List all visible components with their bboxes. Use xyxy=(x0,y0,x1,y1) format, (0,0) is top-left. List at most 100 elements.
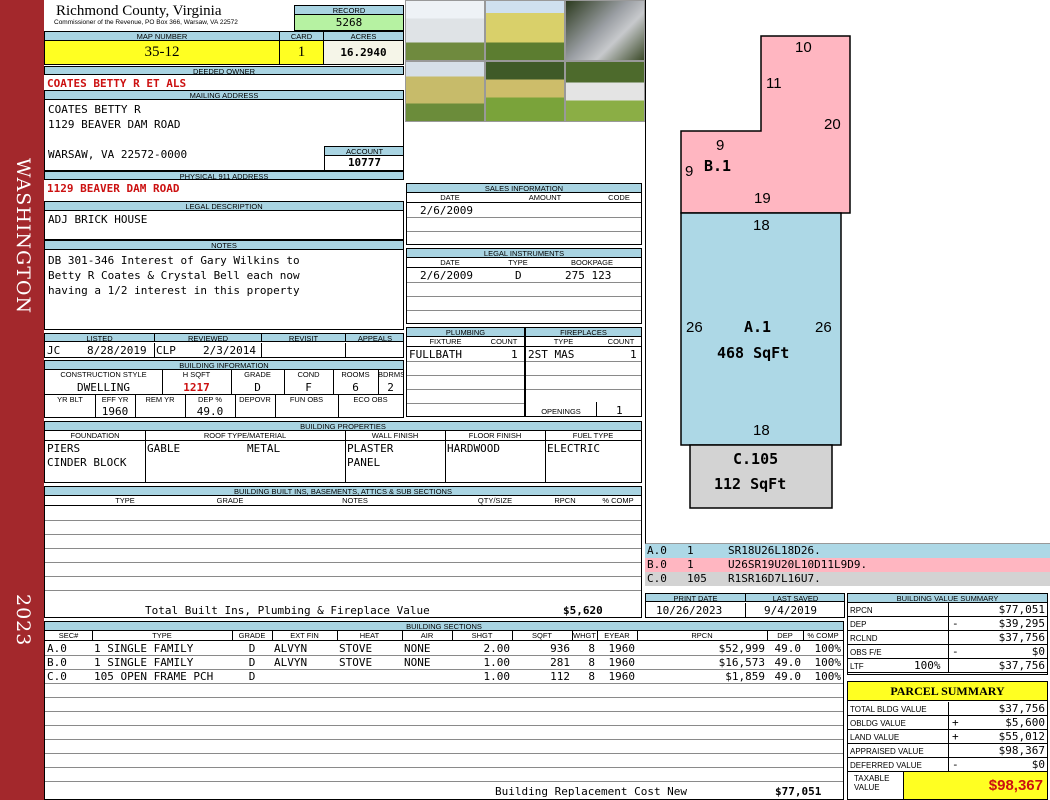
sections-header: SEC# xyxy=(58,631,79,640)
bi-value: 1217 xyxy=(183,381,210,394)
sections-header: SQFT xyxy=(532,631,552,640)
bi-value: F xyxy=(305,381,312,394)
sections-header: RPCN xyxy=(691,631,713,640)
sections-header: GRADE xyxy=(238,631,266,640)
bi-header: GRADE xyxy=(244,370,271,379)
bi-value: 49.0 xyxy=(196,405,224,418)
built-ins: BUILDING BUILT INS, BASEMENTS, ATTICS & … xyxy=(44,486,642,618)
bi-header: ROOMS xyxy=(341,370,370,379)
sales-information: SALES INFORMATION DATE AMOUNT CODE 2/6/2… xyxy=(406,183,642,245)
sections-header: WHGT xyxy=(573,631,596,640)
record-number: 5268 xyxy=(295,15,403,30)
section-a-area: 468 SqFt xyxy=(717,344,790,362)
office-address: Commissioner of the Revenue, PO Box 366,… xyxy=(54,19,238,26)
bi-header: YR BLT xyxy=(57,395,83,404)
parcel-row: TOTAL BLDG VALUE $37,756 xyxy=(848,702,1047,716)
district-name: WASHINGTON xyxy=(12,158,34,315)
bi-header: H SQFT xyxy=(182,370,211,379)
owner-name: COATES BETTY R ET ALS xyxy=(47,77,187,90)
mailbox-photo[interactable] xyxy=(565,0,645,61)
house-photo-3[interactable] xyxy=(405,61,485,122)
plumbing: PLUMBING FIXTURE COUNT FULLBATH 1 xyxy=(406,327,525,417)
legal-instruments: LEGAL INSTRUMENTS DATE TYPE BOOKPAGE 2/6… xyxy=(406,248,642,324)
mailing-address: MAILING ADDRESS COATES BETTY R 1129 BEAV… xyxy=(44,90,404,171)
sections-header: EYEAR xyxy=(604,631,630,640)
section-c-area: 112 SqFt xyxy=(714,475,787,493)
page-header: Richmond County, Virginia Commissioner o… xyxy=(44,0,294,31)
notes: NOTES DB 301-346 Interest of Gary Wilkin… xyxy=(44,240,404,330)
photo-strip xyxy=(405,0,645,122)
account-box: ACCOUNT 10777 xyxy=(324,146,403,170)
vector-row: C.0 105 R1SR16D7L16U7. xyxy=(645,572,1050,586)
building-sections: BUILDING SECTIONS SEC# TYPE GRADE EXT FIN HE… xyxy=(44,621,844,800)
bi-header: ECO OBS xyxy=(353,395,388,404)
replacement-cost: $77,051 xyxy=(775,785,822,798)
building-information: BUILDING INFORMATION CONSTRUCTION STYLE D… xyxy=(44,360,404,418)
sections-header: HEAT xyxy=(359,631,380,640)
bi-header: REM YR xyxy=(145,395,175,404)
sections-header: AIR xyxy=(420,631,434,640)
building-properties: BUILDING PROPERTIES FOUNDATION ROOF TYPE… xyxy=(44,421,642,483)
bi-header: DEPOVR xyxy=(239,395,271,404)
record-box: RECORD 5268 xyxy=(294,5,404,31)
builtins-total: $5,620 xyxy=(563,604,603,617)
bi-header: FUN OBS xyxy=(289,395,324,404)
value-row: DEP - $39,295 xyxy=(848,617,1047,631)
parcel-row: OBLDG VALUE + $5,600 xyxy=(848,716,1047,730)
bi-value: DWELLING xyxy=(77,381,130,394)
value-row: OBS F/E - $0 xyxy=(848,645,1047,659)
sections-header: SHGT xyxy=(471,631,493,640)
table-row: C.0 105 OPEN FRAME PCH D 1.00 112 8 1960 $1,859… xyxy=(45,670,843,684)
card-number: 1 xyxy=(280,41,323,64)
tax-year: 2023 xyxy=(12,594,34,647)
bi-header: CONSTRUCTION STYLE xyxy=(60,370,147,379)
map-row: MAP NUMBER 35-12 CARD 1 ACRES 16.2940 xyxy=(44,31,404,65)
account-number: 10777 xyxy=(347,156,382,169)
table-row: A.0 1 SINGLE FAMILY D ALVYN STOVE NONE 2.00 936… xyxy=(45,642,843,656)
parcel-row: APPRAISED VALUE $98,367 xyxy=(848,744,1047,758)
replacement-cost-label: Building Replacement Cost New xyxy=(495,785,688,798)
parcel-summary-title: PARCEL SUMMARY xyxy=(848,682,1047,701)
section-c-label: C.105 xyxy=(733,450,779,468)
mobile-home-photo[interactable] xyxy=(565,61,645,122)
sections-header: DEP xyxy=(777,631,793,640)
section-b-label: B.1 xyxy=(704,157,732,175)
house-photo-4[interactable] xyxy=(485,61,565,122)
bi-value: 1960 xyxy=(101,405,129,418)
physical-address-value: 1129 BEAVER DAM ROAD xyxy=(47,182,180,195)
bi-header: EFF YR xyxy=(101,395,129,404)
acres-value: 16.2940 xyxy=(324,41,403,64)
sections-header: TYPE xyxy=(152,631,172,640)
deeded-owner: DEEDED OWNER COATES BETTY R ET ALS xyxy=(44,66,404,90)
map-number: 35-12 xyxy=(45,41,279,64)
parcel-row: DEFERRED VALUE - $0 xyxy=(848,758,1047,772)
value-row: RPCN $77,051 xyxy=(848,603,1047,617)
parcel-summary: PARCEL SUMMARY TOTAL BLDG VALUE $37,756 OB… xyxy=(847,681,1048,800)
sketch-vectors: A.0 1 SR18U26L18D26. B.0 1 U26SR19U20L10D11L9… xyxy=(645,544,1050,588)
county-title: Richmond County, Virginia xyxy=(56,3,222,19)
builtins-total-label: Total Built Ins, Plumbing & Fireplace Va… xyxy=(145,604,430,617)
building-value-summary: BUILDING VALUE SUMMARY RPCN $77,051 DEP - $3… xyxy=(847,593,1048,675)
sections-header: % COMP xyxy=(807,631,839,640)
section-a-label: A.1 xyxy=(744,318,772,336)
bi-header: DEP % xyxy=(197,395,223,404)
bi-value: 6 xyxy=(352,381,359,394)
legal-description: LEGAL DESCRIPTION ADJ BRICK HOUSE xyxy=(44,201,404,240)
taxable-value: $98,367 xyxy=(903,772,1047,799)
vector-row: B.0 1 U26SR19U20L10D11L9D9. xyxy=(645,558,1050,572)
physical-address: PHYSICAL 911 ADDRESS 1129 BEAVER DAM ROA… xyxy=(44,171,404,196)
sidebar: WASHINGTON 2023 xyxy=(0,0,44,800)
fireplaces: FIREPLACES TYPE COUNT 2ST MAS 1 OPENINGS… xyxy=(525,327,642,417)
table-row: B.0 1 SINGLE FAMILY D ALVYN STOVE NONE 1.00 281… xyxy=(45,656,843,670)
house-photo-2[interactable] xyxy=(485,0,565,61)
bi-header: BDRMS xyxy=(378,370,404,379)
vector-row: A.0 1 SR18U26L18D26. xyxy=(645,544,1050,558)
bi-header: COND xyxy=(297,370,320,379)
listing-status: LISTED REVIEWED REVISIT APPEALS JC 8/28/… xyxy=(44,333,404,358)
bi-value: 2 xyxy=(387,381,394,394)
building-sketch: 10 11 20 9 9 B.1 19 18 26 26 A.1 468 SqF… xyxy=(645,0,1050,544)
house-photo-1[interactable] xyxy=(405,0,485,61)
bi-value: D xyxy=(254,381,261,394)
print-dates: PRINT DATE LAST SAVED 10/26/2023 9/4/201… xyxy=(645,593,845,618)
parcel-row: LAND VALUE + $55,012 xyxy=(848,730,1047,744)
